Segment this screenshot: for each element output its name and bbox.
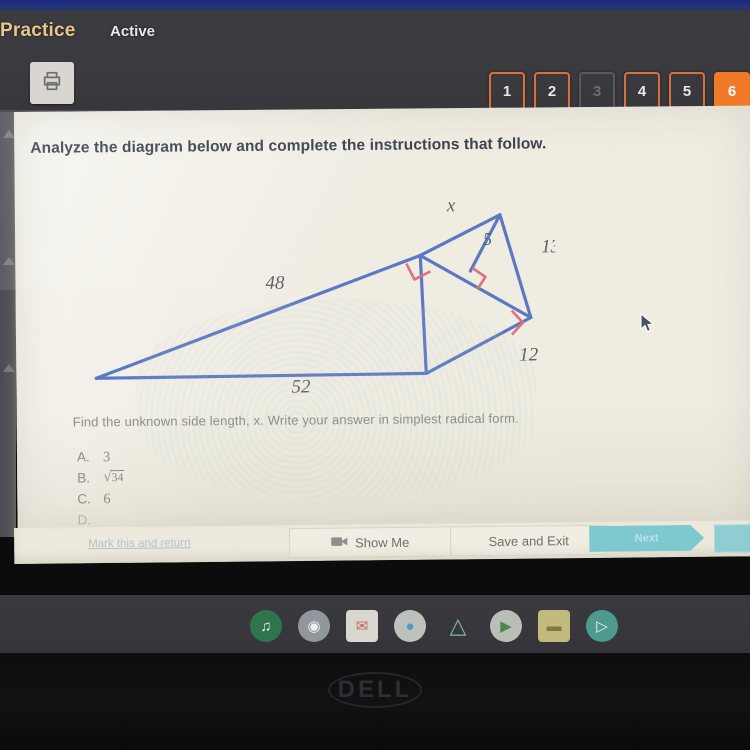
answer-choice-a[interactable]: A. 3 bbox=[77, 447, 377, 471]
diagram-label-x: x bbox=[446, 195, 456, 216]
video-camera-icon bbox=[331, 535, 348, 550]
choice-letter: C. bbox=[77, 491, 91, 507]
question-pager[interactable]: 1 2 3 4 5 6 bbox=[489, 72, 750, 110]
pager-item-6[interactable]: 6 bbox=[714, 72, 750, 110]
answer-choice-b[interactable]: B. √ 34 bbox=[77, 468, 377, 492]
radicand: 34 bbox=[110, 470, 125, 485]
diagram-label-13: 13 bbox=[541, 236, 556, 257]
save-and-exit-label: Save and Exit bbox=[488, 532, 569, 549]
question-instruction: Analyze the diagram below and complete t… bbox=[30, 135, 547, 157]
next-label: Next bbox=[634, 532, 659, 545]
show-me-button[interactable]: Show Me bbox=[289, 526, 452, 559]
google-drive-icon[interactable]: △ bbox=[442, 610, 474, 642]
icon-glyph: ✉ bbox=[355, 618, 369, 635]
print-button[interactable] bbox=[30, 62, 74, 104]
icon-glyph: ▬ bbox=[546, 617, 562, 635]
chrome-icon[interactable]: ● bbox=[394, 610, 426, 642]
diagram-label-12: 12 bbox=[519, 344, 539, 365]
dell-logo: DELL bbox=[327, 672, 423, 708]
choice-letter: D. bbox=[77, 512, 92, 525]
show-me-label: Show Me bbox=[354, 534, 410, 550]
question-action-bar: Mark this and return Show Me Save and Ex… bbox=[14, 520, 750, 564]
pager-item-2[interactable]: 2 bbox=[534, 72, 570, 110]
choice-value-radical: √ 34 bbox=[103, 469, 125, 485]
choice-value: 6 bbox=[103, 491, 111, 508]
mark-and-return-link[interactable]: Mark this and return bbox=[88, 537, 190, 550]
icon-glyph: △ bbox=[449, 613, 467, 638]
bezel-marker-icon bbox=[3, 364, 15, 372]
camera-icon[interactable]: ◉ bbox=[298, 610, 330, 642]
mouse-cursor-icon bbox=[640, 312, 656, 340]
choice-value: 3 bbox=[102, 449, 111, 466]
printer-icon bbox=[41, 70, 63, 97]
save-and-exit-button[interactable]: Save and Exit bbox=[450, 524, 608, 557]
dell-logo-wrap: DELL bbox=[0, 672, 750, 708]
gmail-icon[interactable]: ✉ bbox=[346, 610, 378, 642]
icon-glyph: ● bbox=[405, 617, 415, 635]
answer-choice-c[interactable]: C. 6 bbox=[77, 489, 377, 513]
bezel-marker-icon bbox=[3, 257, 15, 265]
meet-icon[interactable]: ▷ bbox=[586, 610, 618, 642]
taskbar-icons[interactable]: ♫ ◉ ✉ ● △ ▶ ▬ ▷ bbox=[250, 608, 650, 644]
pager-item-1[interactable]: 1 bbox=[489, 72, 525, 110]
diagram-label-48: 48 bbox=[265, 273, 285, 294]
icon-glyph: ▶ bbox=[500, 618, 512, 635]
pager-item-5[interactable]: 5 bbox=[669, 72, 705, 110]
choice-letter: A. bbox=[76, 449, 90, 465]
files-icon[interactable]: ▬ bbox=[538, 610, 570, 642]
answer-choice-d[interactable]: D. bbox=[77, 510, 377, 525]
diagram-label-52: 52 bbox=[291, 376, 311, 396]
app-brand-practice: Practice bbox=[0, 20, 76, 41]
pager-item-3[interactable]: 3 bbox=[579, 72, 615, 110]
icon-glyph: ▷ bbox=[596, 618, 608, 635]
play-store-icon[interactable]: ▶ bbox=[490, 610, 522, 642]
question-prompt: Find the unknown side length, x. Write y… bbox=[72, 410, 519, 430]
app-header-bar: Practice Active 1 2 3 4 5 6 bbox=[0, 10, 750, 118]
icon-glyph: ♫ bbox=[260, 617, 272, 635]
spotify-icon[interactable]: ♫ bbox=[250, 610, 282, 642]
choice-letter: B. bbox=[77, 470, 91, 486]
next-button[interactable]: Next bbox=[589, 525, 704, 552]
assignment-status-active: Active bbox=[110, 23, 156, 40]
answer-choices[interactable]: A. 3 B. √ 34 C. 6 D. bbox=[77, 447, 378, 525]
pager-item-4[interactable]: 4 bbox=[624, 72, 660, 110]
icon-glyph: ◉ bbox=[307, 618, 321, 635]
diagram-label-5: 5 bbox=[483, 229, 492, 249]
laptop-screen-photo: Practice Active 1 2 3 4 5 6 Analyze the … bbox=[0, 0, 750, 750]
secondary-action-button[interactable] bbox=[714, 524, 750, 553]
geometry-diagram: x 5 13 12 48 52 bbox=[75, 192, 560, 401]
